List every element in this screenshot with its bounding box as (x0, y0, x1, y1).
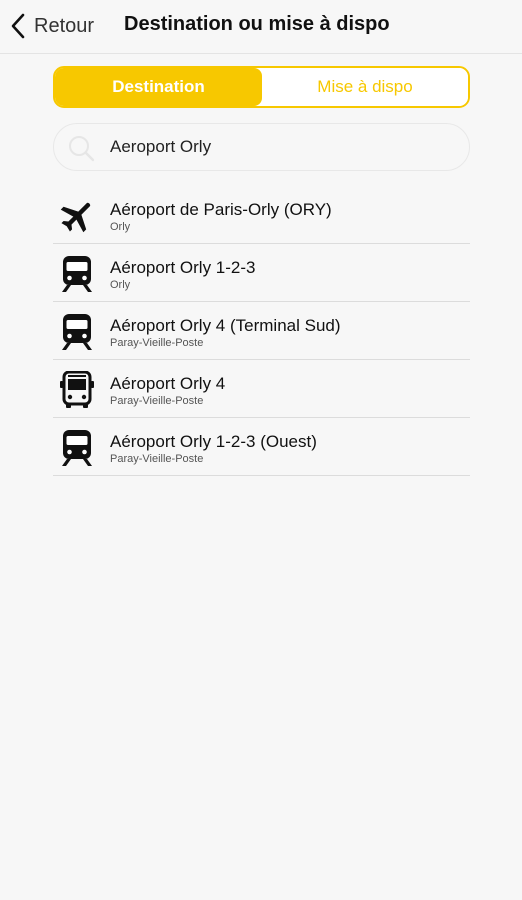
train-icon (62, 314, 92, 350)
list-item-title: Aéroport Orly 1-2-3 (Ouest) (110, 432, 317, 451)
train-icon (62, 430, 92, 466)
list-item-subtitle: Paray-Vieille-Poste (110, 337, 204, 349)
list-item-title: Aéroport Orly 1-2-3 (110, 258, 256, 277)
list-item-subtitle: Paray-Vieille-Poste (110, 453, 204, 465)
plane-icon (60, 202, 91, 233)
list-item[interactable]: Aéroport Orly 4 Paray-Vieille-Poste (53, 360, 470, 418)
nav-bar: Retour Destination ou mise à dispo (0, 0, 522, 54)
list-item[interactable]: Aéroport Orly 4 (Terminal Sud) Paray-Vie… (53, 302, 470, 360)
list-item[interactable]: Aéroport Orly 1-2-3 (Ouest) Paray-Vieill… (53, 418, 470, 476)
segmented-control: Destination Mise à dispo (53, 66, 470, 108)
bus-icon (60, 371, 94, 408)
list-item-subtitle: Orly (110, 221, 131, 233)
list-item-title: Aéroport Orly 4 (110, 374, 226, 393)
back-label: Retour (34, 14, 95, 37)
train-icon (62, 256, 92, 292)
tab-destination[interactable]: Destination (55, 68, 262, 106)
list-item-subtitle: Paray-Vieille-Poste (110, 395, 204, 407)
list-item-title: Aéroport de Paris-Orly (ORY) (110, 200, 332, 219)
list-item-subtitle: Orly (110, 279, 131, 291)
list-item[interactable]: Aéroport de Paris-Orly (ORY) Orly (53, 186, 470, 244)
list-item[interactable]: Aéroport Orly 1-2-3 Orly (53, 244, 470, 302)
results-list: Aéroport de Paris-Orly (ORY) Orly Aéropo… (53, 186, 470, 476)
search-input[interactable] (110, 124, 460, 170)
search-field[interactable] (53, 123, 470, 171)
search-icon (69, 136, 95, 162)
page-title: Destination ou mise à dispo (124, 13, 390, 35)
tab-mise-a-dispo[interactable]: Mise à dispo (262, 68, 468, 106)
chevron-left-icon (11, 13, 25, 39)
screen: Retour Destination ou mise à dispo Desti… (0, 0, 522, 900)
list-item-title: Aéroport Orly 4 (Terminal Sud) (110, 316, 341, 335)
back-button[interactable]: Retour (8, 10, 94, 42)
